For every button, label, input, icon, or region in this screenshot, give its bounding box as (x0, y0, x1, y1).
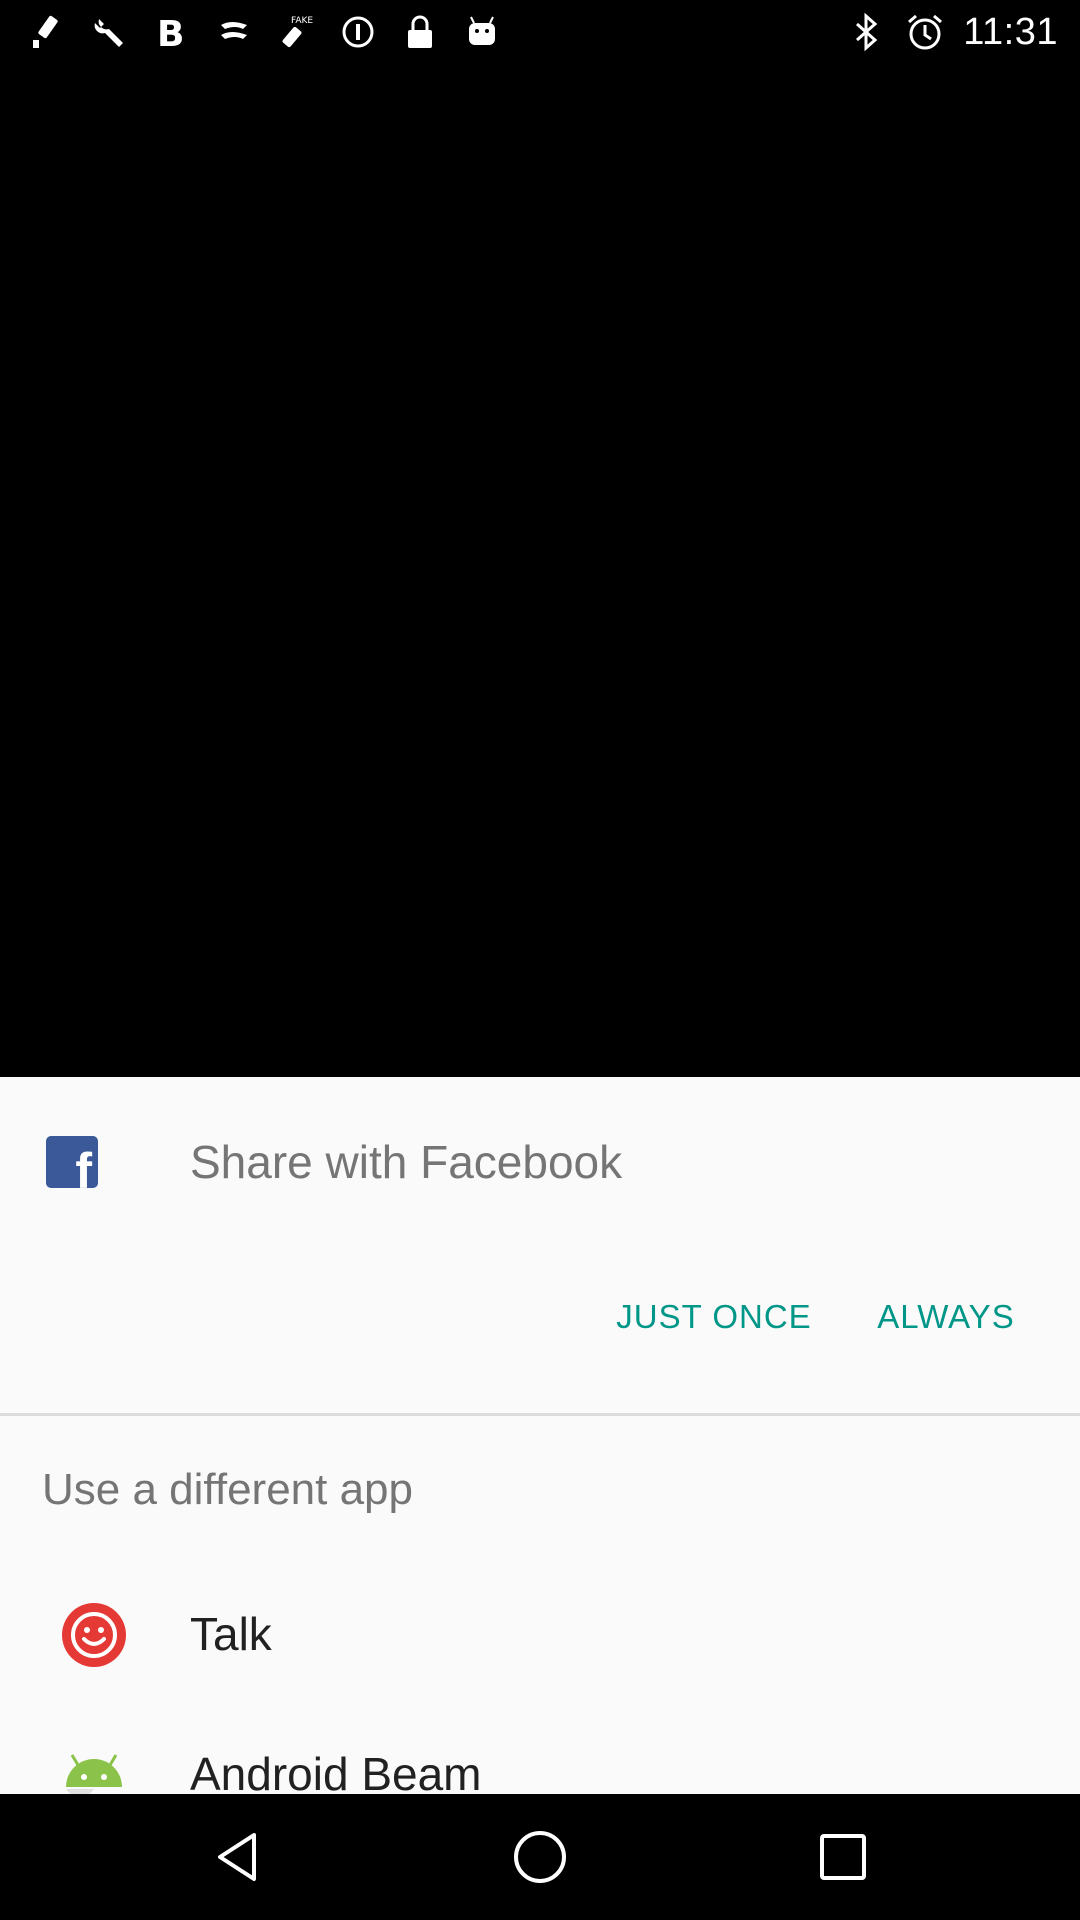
app-item-talk[interactable]: Talk (0, 1567, 1080, 1707)
always-button[interactable]: ALWAYS (862, 1267, 1030, 1367)
svg-text:FAKE: FAKE (291, 16, 313, 26)
android-beam-icon (66, 1754, 122, 1794)
svg-text:B: B (157, 14, 184, 51)
facebook-icon: f (46, 1136, 98, 1188)
lock-icon (400, 12, 440, 52)
home-button[interactable] (500, 1817, 580, 1897)
satellite-icon (28, 12, 68, 52)
circle-alert-icon (338, 12, 378, 52)
status-notification-icons: B FAKE (28, 10, 502, 54)
status-system-icons: 11:31 (847, 10, 1058, 54)
wrench-icon (90, 12, 130, 52)
share-bottom-sheet: f Share with Facebook JUST ONCE ALWAYS U… (0, 1077, 1080, 1794)
recents-button[interactable] (803, 1817, 883, 1897)
divider (0, 1413, 1080, 1416)
button-bar: JUST ONCE ALWAYS (0, 1247, 1080, 1407)
recents-icon (820, 1834, 866, 1880)
share-with-row: f Share with Facebook (0, 1077, 1080, 1247)
back-button[interactable] (198, 1817, 278, 1897)
navigation-bar (0, 1794, 1080, 1920)
status-time: 11:31 (963, 10, 1058, 53)
android-icon (462, 12, 502, 52)
talk-smiley-icon (62, 1603, 126, 1667)
share-title: Share with Facebook (190, 1136, 623, 1188)
fake-gps-icon: FAKE (276, 12, 316, 52)
home-icon (514, 1831, 566, 1883)
back-icon (218, 1833, 256, 1881)
app-label-android-beam: Android Beam (190, 1748, 482, 1794)
bluetooth-icon (847, 12, 887, 52)
different-app-heading: Use a different app (42, 1465, 413, 1514)
status-bar: B FAKE 11:31 (0, 0, 1080, 64)
just-once-button[interactable]: JUST ONCE (600, 1267, 828, 1367)
bold-b-icon: B (152, 12, 192, 52)
app-item-android-beam[interactable]: Android Beam (0, 1707, 1080, 1794)
screen: B FAKE 11:31 f Share with Facebook JUST … (0, 0, 1080, 1920)
alarm-clock-icon (905, 12, 945, 52)
fast-forward-icon (214, 12, 254, 52)
app-label-talk: Talk (190, 1608, 272, 1660)
